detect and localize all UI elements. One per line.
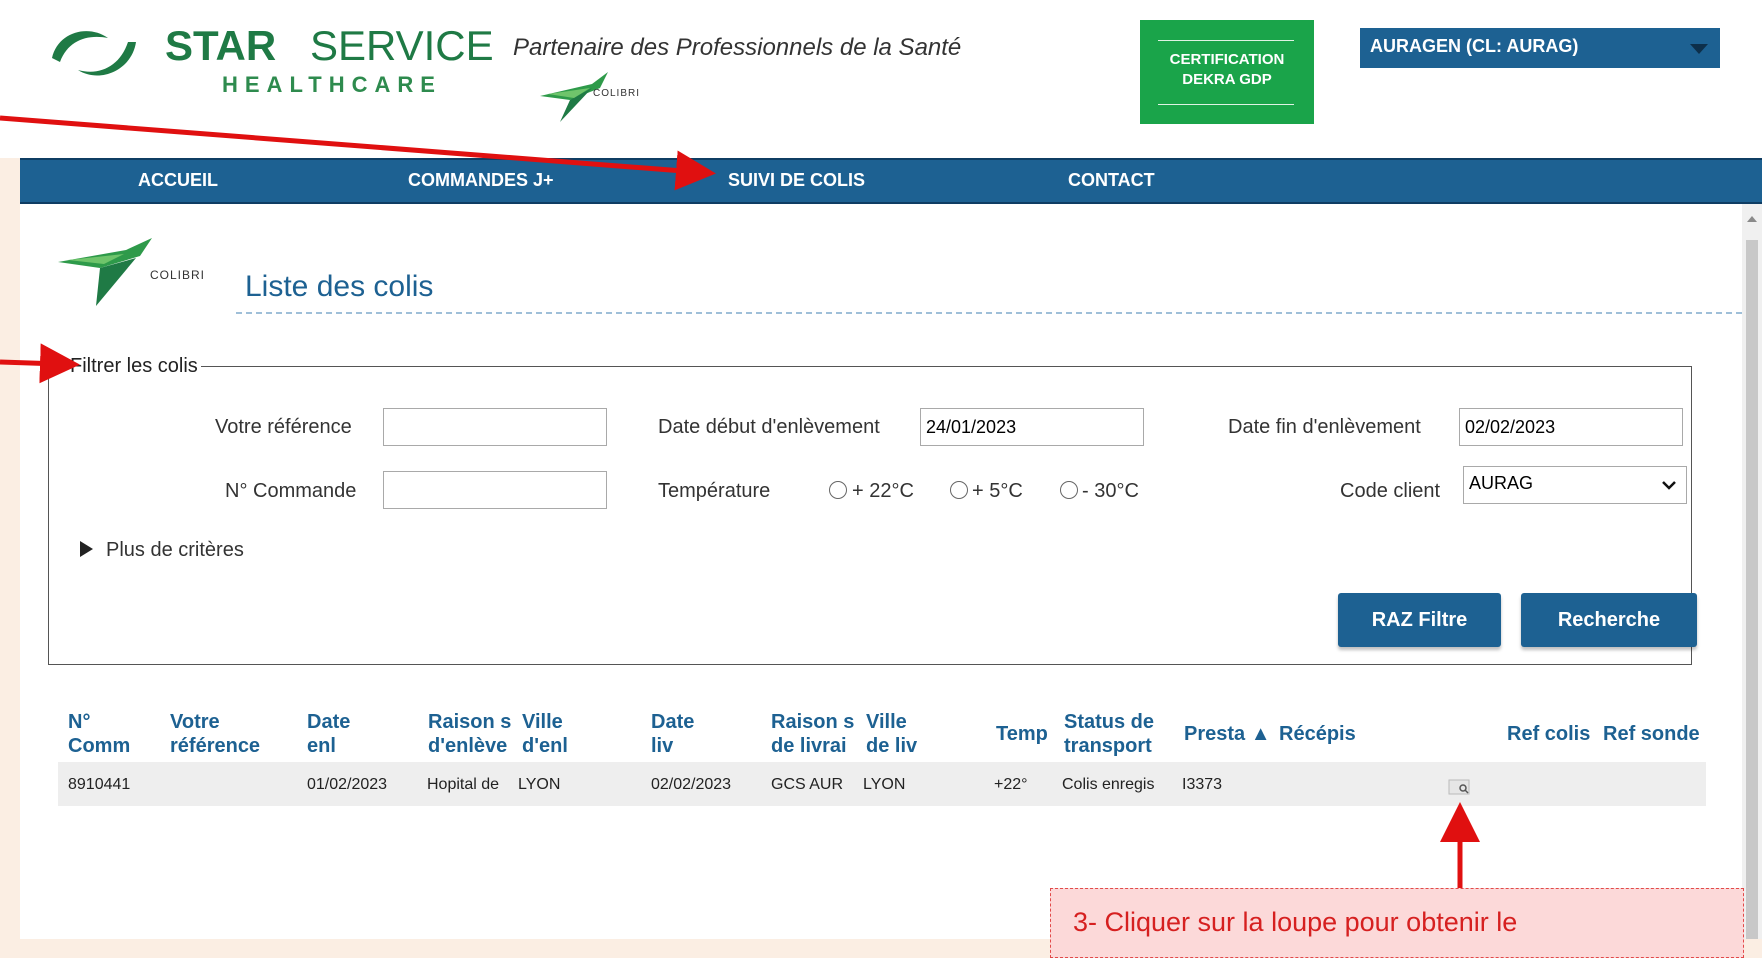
starservice-logo-icon	[52, 31, 136, 76]
cell-date-liv: 02/02/2023	[651, 776, 732, 793]
colibri-page-label: COLIBRI	[150, 268, 206, 282]
date-debut-label: Date début d'enlèvement	[658, 416, 880, 438]
magnifier-icon[interactable]	[1448, 776, 1472, 796]
col-header-temp[interactable]: Temp	[996, 722, 1048, 746]
radio-5c[interactable]	[950, 481, 968, 499]
cell-date-enl: 01/02/2023	[307, 776, 388, 793]
col-header-raison-liv[interactable]: Raison s de livrai	[771, 710, 854, 758]
scroll-up-icon[interactable]	[1747, 216, 1757, 222]
col-header-ville-liv[interactable]: Ville de liv	[866, 710, 917, 758]
temperature-label: Température	[658, 480, 771, 502]
radio-22c-label: + 22°C	[852, 480, 914, 502]
date-fin-input[interactable]	[1459, 408, 1683, 446]
num-commande-input[interactable]	[383, 471, 607, 509]
annotation-note: 3- Cliquer sur la loupe pour obtenir le	[1050, 888, 1744, 958]
client-selector-value: AURAGEN (CL: AURAG)	[1370, 36, 1579, 56]
col-header-date-liv[interactable]: Date liv	[651, 710, 694, 758]
cell-raison-liv: GCS AUR	[771, 776, 844, 793]
certification-badge: CERTIFICATION DEKRA GDP	[1140, 20, 1314, 124]
col-header-status[interactable]: Status de transport	[1064, 710, 1154, 758]
scrollbar-thumb[interactable]	[1746, 240, 1758, 939]
cell-ville-liv: LYON	[863, 776, 906, 793]
radio-22c[interactable]	[829, 481, 847, 499]
nav-accueil[interactable]: ACCUEIL	[138, 170, 218, 191]
chevron-down-icon	[1662, 481, 1676, 490]
col-header-ville-enl[interactable]: Ville d'enl	[522, 710, 568, 758]
votre-reference-input[interactable]	[383, 408, 607, 446]
nav-commandes[interactable]: COMMANDES J+	[408, 170, 554, 191]
certification-line1: CERTIFICATION	[1169, 51, 1285, 68]
filter-legend: Filtrer les colis	[70, 355, 198, 377]
radio-30c-label: - 30°C	[1082, 480, 1139, 502]
cell-status: Colis enregis	[1062, 776, 1155, 793]
date-debut-input[interactable]	[920, 408, 1144, 446]
brand-name-bold: STAR	[165, 22, 277, 69]
vertical-scrollbar[interactable]	[1742, 204, 1762, 939]
cell-num-comm: 8910441	[68, 776, 131, 793]
brand-name-light: SERVICE	[310, 22, 494, 69]
votre-reference-label: Votre référence	[215, 416, 352, 438]
colibri-label: COLIBRI	[593, 88, 641, 99]
col-header-presta[interactable]: Presta ▲	[1184, 722, 1271, 746]
plus-de-criteres[interactable]: Plus de critères	[106, 539, 244, 562]
code-client-label: Code client	[1340, 480, 1441, 502]
col-header-ref-sonde[interactable]: Ref sonde	[1603, 722, 1700, 746]
brand-subline: HEALTHCARE	[222, 72, 442, 97]
cell-ville-enl: LYON	[518, 776, 561, 793]
recherche-button[interactable]: Recherche	[1521, 593, 1697, 647]
main-nav: ACCUEIL COMMANDES J+ SUIVI DE COLIS CONT…	[20, 158, 1762, 204]
col-header-recepisse[interactable]: Récépis	[1279, 722, 1356, 746]
cell-temp: +22°	[994, 776, 1028, 793]
col-header-date-enl[interactable]: Date enl	[307, 710, 350, 758]
col-header-ref-colis[interactable]: Ref colis	[1507, 722, 1590, 746]
raz-filtre-button[interactable]: RAZ Filtre	[1338, 593, 1501, 647]
nav-contact[interactable]: CONTACT	[1068, 170, 1155, 191]
page-title: Liste des colis	[245, 270, 434, 303]
code-client-value: AURAG	[1469, 473, 1534, 493]
cell-presta: I3373	[1182, 776, 1223, 793]
tagline: Partenaire des Professionnels de la Sant…	[513, 34, 962, 61]
col-header-raison-enl[interactable]: Raison s d'enlève	[428, 710, 511, 758]
expand-triangle-icon[interactable]	[80, 541, 93, 557]
radio-5c-label: + 5°C	[972, 480, 1023, 502]
certification-line2: DEKRA GDP	[1182, 71, 1272, 88]
cell-raison-enl: Hopital de	[427, 776, 500, 793]
num-commande-label: N° Commande	[225, 480, 357, 502]
nav-suivi-de-colis[interactable]: SUIVI DE COLIS	[728, 170, 865, 191]
col-header-votre-ref[interactable]: Votre référence	[170, 710, 260, 758]
header: STAR SERVICE HEALTHCARE Partenaire des P…	[0, 0, 1762, 158]
code-client-select[interactable]: AURAG	[1463, 466, 1687, 504]
title-divider	[236, 312, 1742, 314]
chevron-down-icon	[1690, 44, 1708, 54]
radio-30c[interactable]	[1060, 481, 1078, 499]
col-header-num-comm[interactable]: N° Comm	[68, 710, 130, 758]
date-fin-label: Date fin d'enlèvement	[1228, 416, 1421, 438]
client-selector[interactable]: AURAGEN (CL: AURAG)	[1360, 28, 1720, 68]
